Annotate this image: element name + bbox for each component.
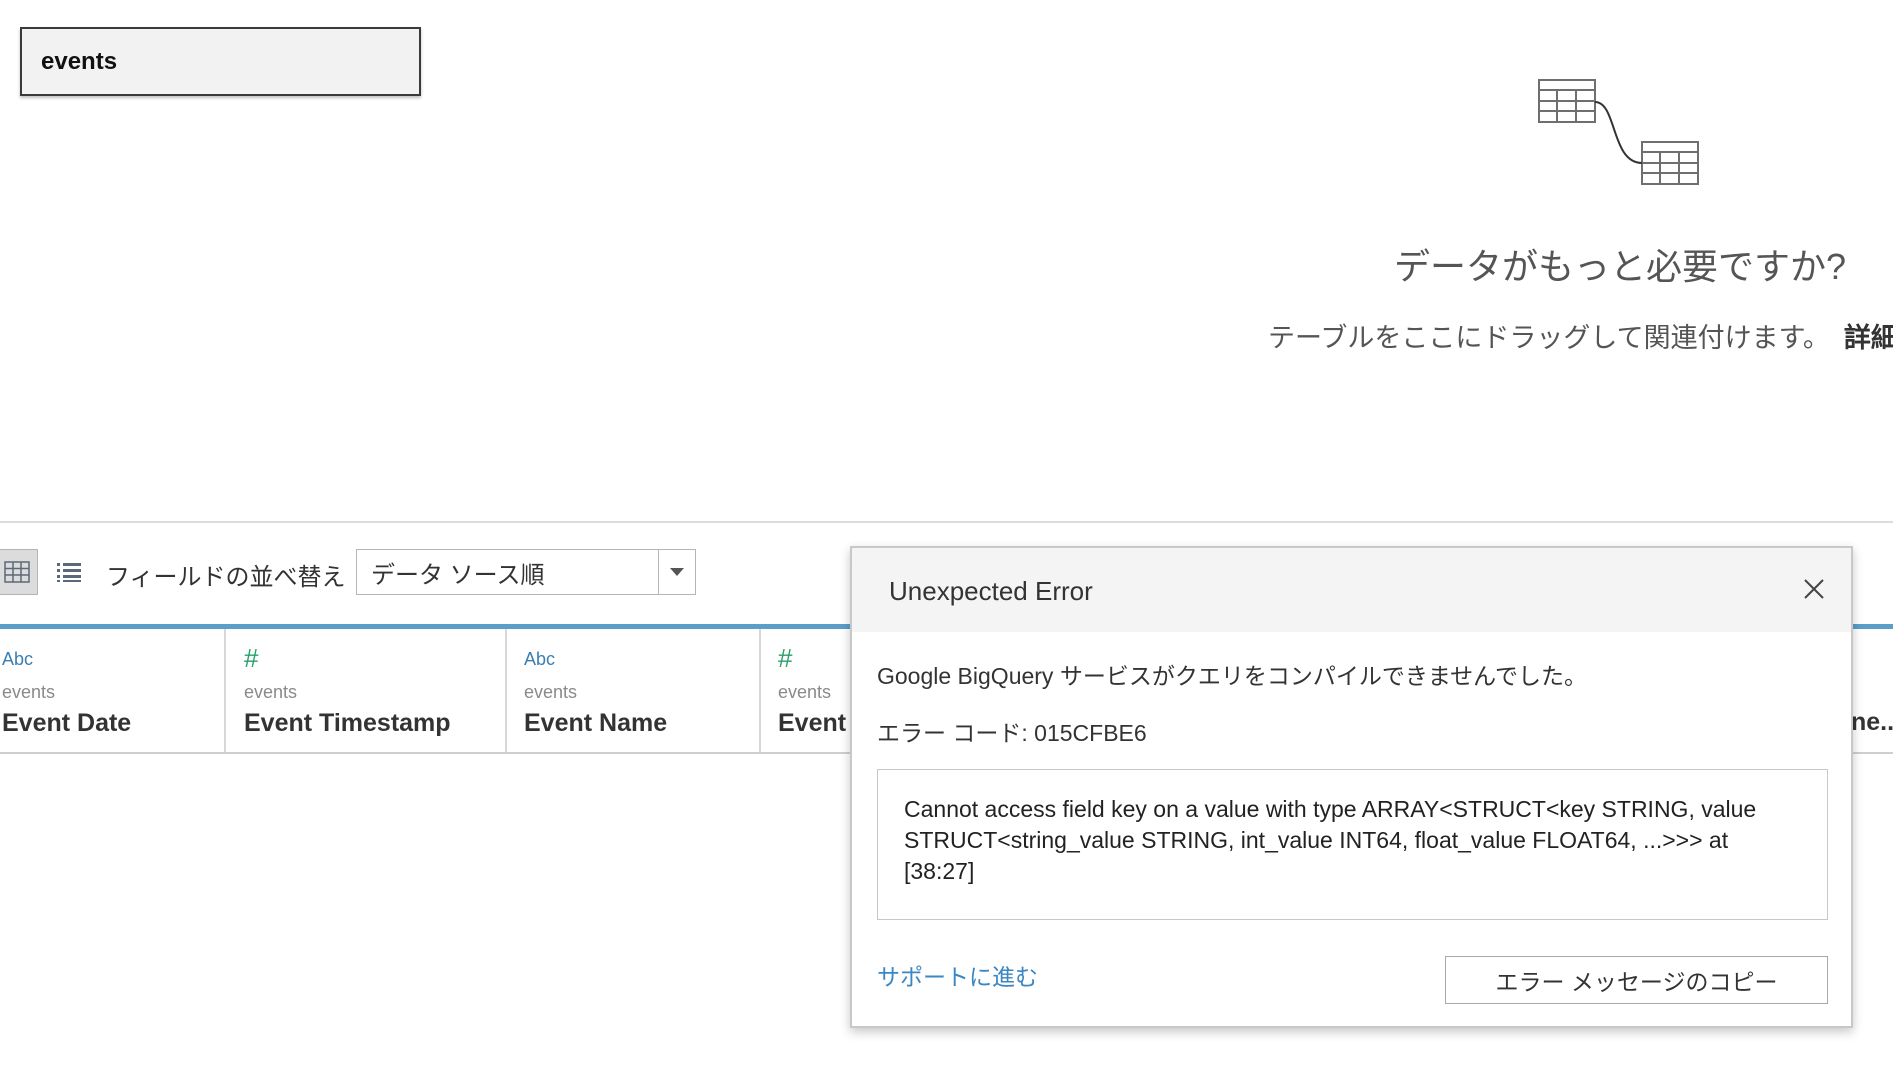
support-link[interactable]: サポートに進む	[877, 958, 1038, 992]
field-column[interactable]: # events Event Timestamp	[224, 629, 505, 752]
dialog-header[interactable]: Unexpected Error	[852, 548, 1851, 632]
field-column[interactable]: Abc events Event Date	[0, 629, 224, 752]
error-details[interactable]: Cannot access field key on a value with …	[877, 769, 1828, 920]
chevron-down-icon[interactable]	[658, 550, 695, 594]
sort-fields-value: データ ソース順	[371, 561, 545, 589]
promo-title: データがもっと必要ですか?	[1393, 246, 1847, 287]
error-message: Google BigQuery サービスがクエリをコンパイルできませんでした。	[877, 663, 1587, 689]
field-name: Event Date	[2, 709, 132, 737]
list-view-button[interactable]	[52, 549, 86, 595]
promo-subtitle: テーブルをここにドラッグして関連付けます。 詳細	[1268, 316, 1893, 355]
table-chip-events[interactable]: events	[20, 27, 421, 96]
field-name-partial[interactable]: ne..	[1851, 708, 1893, 737]
field-source: events	[778, 682, 832, 702]
close-icon	[1804, 579, 1824, 599]
field-source: events	[2, 682, 56, 702]
string-type-icon[interactable]: Abc	[524, 649, 555, 670]
number-type-icon[interactable]: #	[778, 643, 792, 674]
field-name: Event Name	[524, 709, 668, 737]
sort-fields-select[interactable]: データ ソース順	[356, 549, 696, 595]
field-name: Event Timestamp	[244, 709, 451, 737]
grid-view-button[interactable]	[0, 549, 38, 595]
close-button[interactable]	[1795, 570, 1833, 608]
promo-learn-more-link[interactable]: 詳細	[1844, 323, 1893, 353]
number-type-icon[interactable]: #	[244, 643, 258, 674]
error-dialog: Unexpected Error Google BigQuery サービスがクエ…	[850, 546, 1853, 1028]
dialog-title: Unexpected Error	[889, 576, 1093, 606]
related-tables-icon	[1538, 79, 1699, 185]
grid-icon	[4, 561, 30, 583]
promo-subtitle-text: テーブルをここにドラッグして関連付けます。	[1268, 323, 1830, 353]
sort-fields-label: フィールドの並べ替え	[106, 564, 346, 591]
copy-error-button[interactable]: エラー メッセージのコピー	[1445, 956, 1828, 1004]
pane-divider[interactable]	[0, 521, 1893, 523]
field-column[interactable]: Abc events Event Name	[505, 629, 759, 752]
string-type-icon[interactable]: Abc	[2, 649, 33, 670]
field-source: events	[524, 682, 578, 702]
error-code: エラー コード: 015CFBE6	[877, 720, 1147, 746]
field-column[interactable]: # events Event	[759, 629, 850, 752]
field-source: events	[244, 682, 298, 702]
table-chip-label: events	[41, 47, 118, 75]
list-icon	[57, 563, 81, 582]
field-name: Event	[778, 709, 847, 737]
